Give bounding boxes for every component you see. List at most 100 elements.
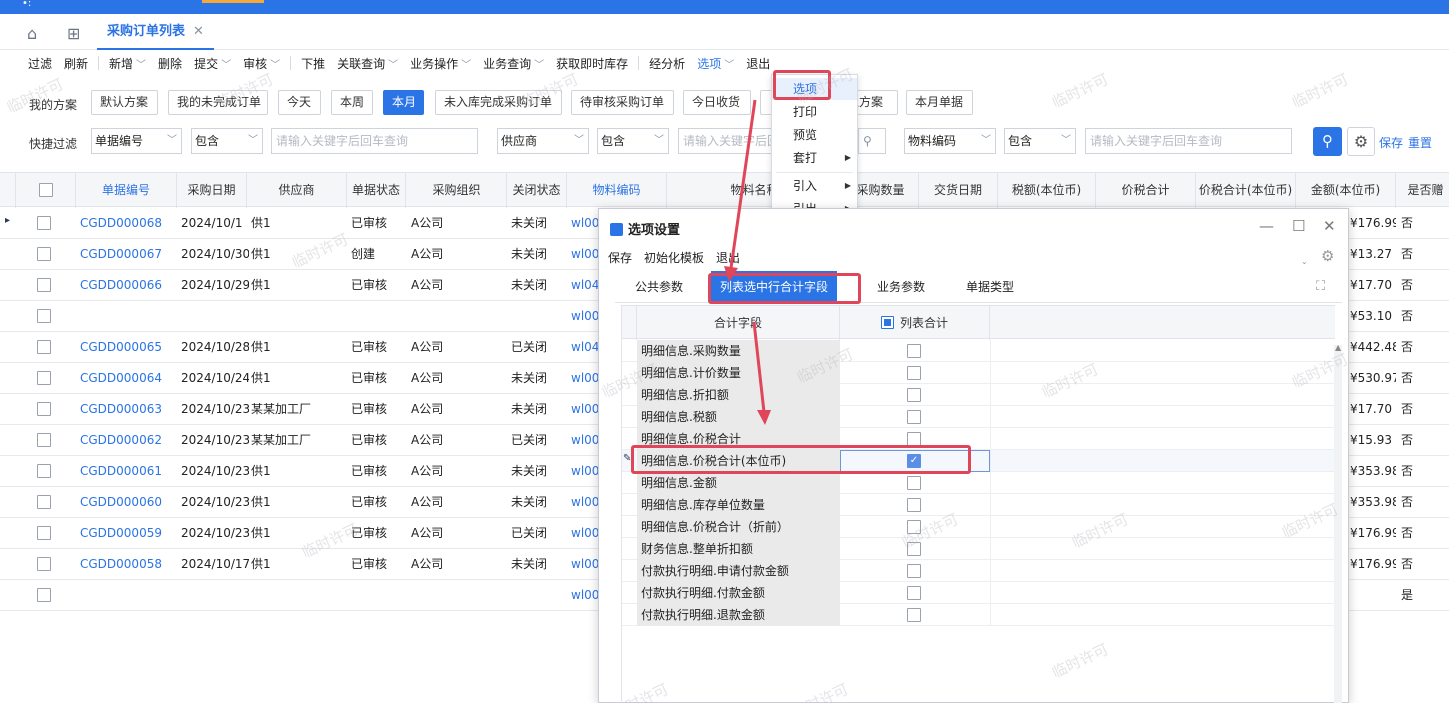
cell-no[interactable]: CGDD000068 [76, 208, 176, 239]
scheme-chip-3[interactable]: 本周 [331, 90, 373, 115]
list-item[interactable]: 明细信息.库存单位数量 [622, 494, 1335, 516]
scheme-chip-7[interactable]: 今日收货 [683, 90, 751, 115]
save-filter-link[interactable]: 保存 [1379, 134, 1403, 151]
list-sum-checkbox[interactable] [907, 410, 921, 424]
dialog-toolbar-button-0[interactable]: 保存 [608, 251, 632, 265]
list-item[interactable]: 明细信息.计价数量 [622, 362, 1335, 384]
grid-apps-icon[interactable]: ⊞ [67, 24, 80, 43]
row-checkbox[interactable] [37, 247, 51, 261]
grid-header-col-12[interactable]: 税额(本位币) [998, 173, 1096, 208]
close-icon[interactable]: ✕ [1323, 217, 1336, 235]
list-sum-checkbox[interactable] [907, 542, 921, 556]
list-sum-checkbox[interactable] [907, 586, 921, 600]
toolbar-button-8[interactable]: 业务操作 ﹀ [404, 55, 477, 72]
grid-header-col-11[interactable]: 交货日期 [919, 173, 998, 208]
toolbar-button-5[interactable]: 审核 ﹀ [237, 55, 286, 72]
filter3-keyword-input[interactable]: 请输入关键字后回车查询 [1085, 128, 1292, 154]
filter3-op-select[interactable]: 包含 ﹀ [1004, 128, 1076, 154]
toolbar-button-3[interactable]: 删除 [152, 55, 188, 72]
list-sum-checkbox[interactable] [907, 520, 921, 534]
cell-no[interactable]: CGDD000063 [76, 394, 176, 425]
dialog-toolbar-button-1[interactable]: 初始化模板 [644, 251, 704, 265]
search-button[interactable]: ⚲ [1313, 127, 1342, 156]
toolbar-button-7[interactable]: 关联查询 ﹀ [331, 55, 404, 72]
list-sum-checkbox[interactable] [907, 344, 921, 358]
row-checkbox[interactable] [37, 588, 51, 602]
grid-header-col-16[interactable]: 是否赠 [1396, 173, 1449, 208]
toolbar-button-2[interactable]: 新增 ﹀ [103, 55, 152, 72]
dialog-tab-3[interactable]: 单据类型 [966, 271, 1014, 303]
toolbar-button-6[interactable]: 下推 [295, 55, 331, 72]
toolbar-button-0[interactable]: 过滤 [22, 55, 58, 72]
cell-no[interactable]: CGDD000067 [76, 239, 176, 270]
list-item[interactable]: 明细信息.采购数量 [622, 340, 1335, 362]
list-item[interactable]: 付款执行明细.付款金额 [622, 582, 1335, 604]
grid-header-col-0[interactable] [0, 173, 16, 208]
grid-header-col-3[interactable]: 采购日期 [177, 173, 247, 208]
menu-item-3[interactable]: 套打 ▶ [772, 147, 857, 169]
scheme-chip-6[interactable]: 待审核采购订单 [571, 90, 674, 115]
row-checkbox[interactable] [37, 371, 51, 385]
select-all-checkbox[interactable] [880, 316, 894, 329]
cell-no[interactable] [76, 580, 176, 611]
scheme-chip-5[interactable]: 未入库完成采购订单 [435, 90, 562, 115]
row-checkbox[interactable] [37, 557, 51, 571]
toolbar-button-13[interactable]: 退出 [740, 55, 776, 72]
grid-header-col-8[interactable]: 物料编码 [567, 173, 667, 208]
list-sum-checkbox[interactable] [907, 564, 921, 578]
row-checkbox[interactable] [37, 278, 51, 292]
scroll-up-icon[interactable]: ▲ [1335, 343, 1341, 352]
list-item[interactable]: 明细信息.金额 [622, 472, 1335, 494]
grid-header-col-2[interactable]: 单据编号 [76, 173, 177, 208]
menu-item-5[interactable]: 引入 ▶ [772, 175, 857, 197]
row-checkbox[interactable] [37, 216, 51, 230]
menu-item-1[interactable]: 打印 [772, 101, 857, 123]
filter2-search-icon[interactable]: ⚲ [858, 128, 886, 154]
list-sum-checkbox[interactable] [907, 432, 921, 446]
toolbar-button-4[interactable]: 提交 ﹀ [188, 55, 237, 72]
filter-settings-button[interactable]: ⚙ [1347, 127, 1375, 156]
toolbar-button-12[interactable]: 选项 ﹀ [691, 55, 740, 72]
row-checkbox[interactable] [37, 464, 51, 478]
toolbar-button-10[interactable]: 获取即时库存 [550, 55, 634, 72]
grid-header-col-15[interactable]: 金额(本位币) [1296, 173, 1396, 208]
list-item[interactable]: 明细信息.税额 [622, 406, 1335, 428]
list-item[interactable]: 明细信息.价税合计（折前） [622, 516, 1335, 538]
cell-no[interactable]: CGDD000061 [76, 456, 176, 487]
row-checkbox[interactable] [37, 433, 51, 447]
toolbar-button-9[interactable]: 业务查询 ﹀ [477, 55, 550, 72]
list-sum-checkbox[interactable] [907, 388, 921, 402]
row-checkbox[interactable] [37, 495, 51, 509]
cell-no[interactable] [76, 301, 176, 332]
cell-no[interactable]: CGDD000062 [76, 425, 176, 456]
scheme-chip-4[interactable]: 本月 [383, 90, 424, 115]
list-item[interactable]: 付款执行明细.退款金额 [622, 604, 1335, 626]
dialog-toolbar-button-2[interactable]: 退出 [716, 251, 740, 265]
reset-filter-link[interactable]: 重置 [1408, 134, 1432, 151]
list-sum-checkbox[interactable] [907, 366, 921, 380]
filter2-field-select[interactable]: 供应商 ﹀ [497, 128, 589, 154]
tab-purchase-order-list[interactable]: 采购订单列表 ✕ [97, 14, 214, 50]
list-sum-checkbox[interactable] [907, 476, 921, 490]
filter1-field-select[interactable]: 单据编号 ﹀ [91, 128, 182, 154]
maximize-icon[interactable]: ☐ [1292, 217, 1305, 235]
cell-no[interactable]: CGDD000060 [76, 487, 176, 518]
cell-no[interactable]: CGDD000058 [76, 549, 176, 580]
grid-header-col-4[interactable]: 供应商 [247, 173, 347, 208]
row-checkbox[interactable] [37, 309, 51, 323]
list-sum-checkbox[interactable] [907, 608, 921, 622]
fullscreen-icon[interactable]: ⛶ [1316, 279, 1325, 294]
row-checkbox[interactable] [37, 526, 51, 540]
scheme-chip-10[interactable]: 本月单据 [906, 90, 973, 115]
vertical-scrollbar[interactable] [1334, 345, 1342, 703]
select-all-rows-checkbox[interactable] [39, 183, 53, 197]
collapse-icon[interactable]: ⌄ [1301, 257, 1308, 266]
list-item[interactable]: 财务信息.整单折扣额 [622, 538, 1335, 560]
filter1-op-select[interactable]: 包含 ﹀ [191, 128, 263, 154]
scheme-chip-2[interactable]: 今天 [278, 90, 321, 115]
gear-icon[interactable]: ⚙ [1321, 247, 1334, 265]
minimize-icon[interactable]: — [1259, 217, 1274, 235]
close-icon[interactable]: ✕ [193, 24, 204, 39]
filter2-keyword-input[interactable]: 请输入关键字后回车查询 [678, 128, 773, 154]
row-checkbox[interactable] [37, 340, 51, 354]
